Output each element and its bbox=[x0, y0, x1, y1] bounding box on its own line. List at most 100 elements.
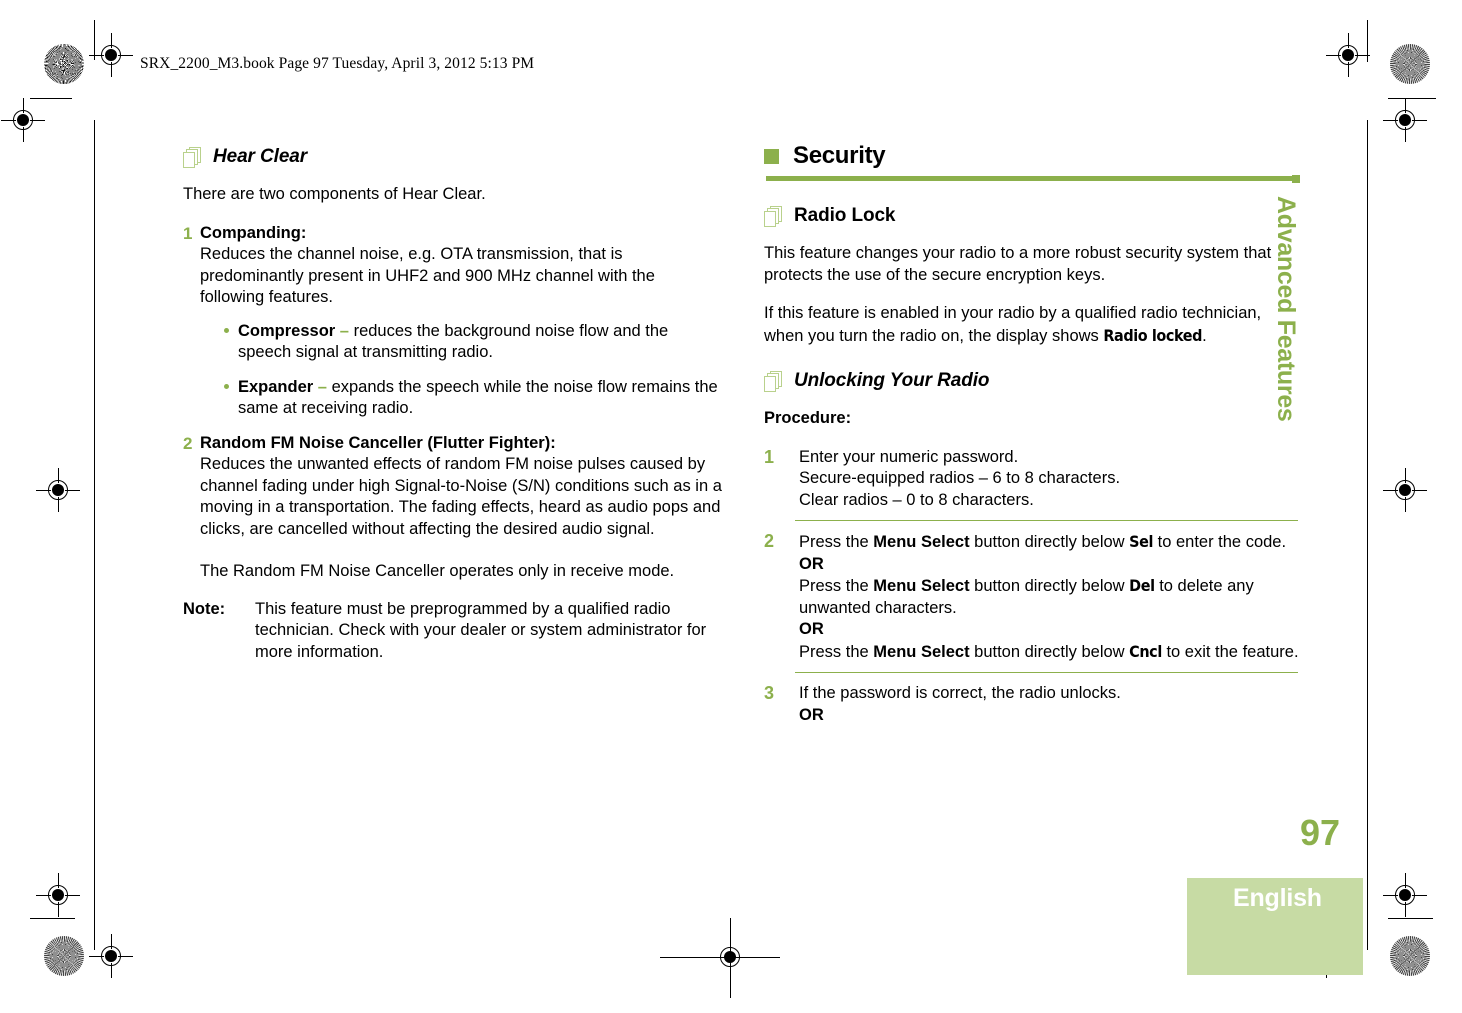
radio-lock-paragraph-2: If this feature is enabled in your radio… bbox=[764, 303, 1300, 347]
list-item: 1 Companding: Reduces the channel noise,… bbox=[183, 223, 723, 420]
button-name-menu-select: Menu Select bbox=[873, 577, 970, 595]
registration-crosshair-icon bbox=[36, 873, 80, 917]
trim-line bbox=[30, 98, 72, 99]
display-text-cncl: Cncl bbox=[1129, 641, 1162, 661]
bullet-term: Expander bbox=[238, 377, 314, 396]
registration-starburst-icon bbox=[1390, 44, 1430, 84]
list-item: 3 If the password is correct, the radio … bbox=[764, 683, 1300, 726]
step-number: 2 bbox=[183, 433, 193, 453]
step-title: Random FM Noise Canceller (Flutter Fight… bbox=[200, 433, 556, 452]
registration-starburst-icon bbox=[44, 44, 84, 84]
trim-line bbox=[1388, 918, 1433, 919]
bullet-dash: – bbox=[317, 377, 327, 396]
procedure-label: Procedure: bbox=[764, 408, 1300, 430]
section-marker-icon bbox=[764, 148, 779, 164]
display-text-sel: Sel bbox=[1129, 532, 1154, 551]
trim-line bbox=[1367, 120, 1368, 950]
bullet-dot-icon bbox=[224, 327, 229, 333]
button-name-menu-select: Menu Select bbox=[873, 533, 970, 551]
list-item: 2 Press the Menu Select button directly … bbox=[764, 531, 1300, 663]
step-text-c: button directly below bbox=[969, 577, 1130, 595]
step-separator-rule bbox=[795, 672, 1298, 673]
stacked-pages-icon bbox=[764, 205, 783, 227]
registration-crosshair-icon bbox=[1383, 468, 1427, 512]
right-column: Security Radio Lock This feature changes… bbox=[764, 142, 1300, 726]
step-text-a: Press the bbox=[799, 642, 874, 661]
heading-label: Radio Lock bbox=[794, 205, 896, 226]
heading-label: Unlocking Your Radio bbox=[794, 370, 990, 391]
heading-hear-clear: Hear Clear bbox=[183, 146, 723, 168]
trim-line bbox=[94, 20, 95, 60]
hear-clear-intro: There are two components of Hear Clear. bbox=[183, 185, 486, 203]
display-text-radio-locked: Radio locked bbox=[1103, 325, 1203, 345]
step-number: 1 bbox=[183, 223, 193, 243]
step-number: 1 bbox=[764, 446, 775, 467]
section-heading-label: Security bbox=[793, 142, 886, 169]
heading-unlocking-your-radio: Unlocking Your Radio bbox=[764, 370, 1300, 392]
bullet-dot-icon bbox=[224, 383, 229, 389]
stacked-pages-icon bbox=[764, 370, 783, 392]
paragraph-text-after: . bbox=[1202, 326, 1207, 345]
step-body-2: The Random FM Noise Canceller operates o… bbox=[200, 562, 675, 580]
registration-starburst-icon bbox=[44, 936, 84, 976]
step-body: Reduces the channel noise, e.g. OTA tran… bbox=[200, 245, 655, 306]
registration-crosshair-icon bbox=[89, 934, 133, 978]
trim-line bbox=[660, 957, 780, 958]
language-box: English bbox=[1187, 878, 1363, 975]
note-block: Note: This feature must be preprogrammed… bbox=[183, 599, 723, 664]
trim-line bbox=[30, 918, 75, 919]
chapter-title-vertical: Advanced Features bbox=[1272, 196, 1300, 422]
radio-lock-paragraph-1: This feature changes your radio to a mor… bbox=[764, 244, 1272, 284]
step-text-a: Press the bbox=[799, 577, 874, 595]
document-page: SRX_2200_M3.book Page 97 Tuesday, April … bbox=[0, 0, 1462, 1013]
list-item: Compressor – reduces the background nois… bbox=[222, 321, 723, 364]
trim-line bbox=[730, 918, 731, 998]
step-line-1: Enter your numeric password. bbox=[799, 447, 1019, 466]
step-number: 2 bbox=[764, 531, 775, 551]
step-text-d: to enter the code. bbox=[1153, 533, 1287, 551]
step-text-c: button directly below bbox=[969, 642, 1130, 661]
registration-crosshair-icon bbox=[1383, 98, 1427, 142]
step-text-d: to exit the feature. bbox=[1161, 642, 1299, 661]
step-line-3: Clear radios – 0 to 8 characters. bbox=[799, 490, 1034, 509]
button-name-menu-select: Menu Select bbox=[873, 642, 970, 661]
sidebar-marker-icon bbox=[1292, 175, 1300, 183]
heading-label: Hear Clear bbox=[213, 146, 308, 167]
list-item: 2 Random FM Noise Canceller (Flutter Fig… bbox=[183, 433, 723, 583]
display-text-del: Del bbox=[1129, 576, 1155, 595]
step-title: Companding: bbox=[200, 223, 307, 242]
page-number: 97 bbox=[1300, 812, 1341, 853]
or-separator: OR bbox=[799, 705, 824, 724]
hear-clear-step-list: 1 Companding: Reduces the channel noise,… bbox=[183, 223, 723, 583]
registration-crosshair-icon bbox=[1383, 873, 1427, 917]
list-item: 1 Enter your numeric password. Secure-eq… bbox=[764, 447, 1300, 512]
trim-line bbox=[94, 120, 95, 950]
step-line-1: If the password is correct, the radio un… bbox=[799, 684, 1121, 702]
registration-crosshair-icon bbox=[89, 33, 133, 77]
unlocking-procedure-list: 1 Enter your numeric password. Secure-eq… bbox=[764, 447, 1300, 727]
trim-line bbox=[1367, 20, 1368, 62]
step-body: Reduces the unwanted effects of random F… bbox=[200, 455, 722, 538]
section-heading-security: Security bbox=[764, 142, 1300, 170]
step-text-c: button directly below bbox=[969, 533, 1130, 551]
left-column: Hear Clear There are two components of H… bbox=[183, 146, 723, 663]
bullet-term: Compressor bbox=[238, 321, 336, 340]
list-item: Expander – expands the speech while the … bbox=[222, 377, 723, 420]
note-text: This feature must be preprogrammed by a … bbox=[255, 599, 707, 661]
companding-bullet-list: Compressor – reduces the background nois… bbox=[222, 321, 723, 420]
registration-crosshair-icon bbox=[1326, 33, 1370, 77]
bullet-dash: – bbox=[339, 321, 349, 340]
step-line-2: Secure-equipped radios – 6 to 8 characte… bbox=[799, 469, 1121, 487]
step-text-a: Press the bbox=[799, 533, 874, 551]
language-label: English bbox=[1233, 884, 1322, 912]
registration-starburst-icon bbox=[1390, 936, 1430, 976]
registration-crosshair-icon bbox=[1, 98, 45, 142]
book-file-info-line: SRX_2200_M3.book Page 97 Tuesday, April … bbox=[140, 55, 535, 72]
step-separator-rule bbox=[795, 520, 1298, 521]
procedure-label-text: Procedure: bbox=[764, 409, 852, 427]
heading-radio-lock: Radio Lock bbox=[764, 205, 1300, 227]
note-label: Note: bbox=[183, 599, 226, 618]
or-separator: OR bbox=[799, 620, 824, 638]
step-number: 3 bbox=[764, 683, 775, 703]
trim-line bbox=[1388, 98, 1436, 99]
